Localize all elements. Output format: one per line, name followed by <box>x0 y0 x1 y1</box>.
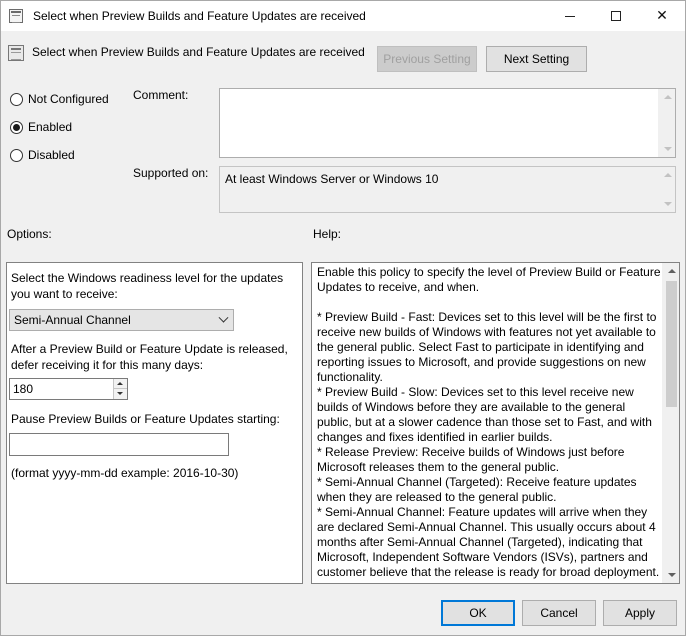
defer-label: After a Preview Build or Feature Update … <box>11 342 288 372</box>
help-paragraph: * Semi-Annual Channel (Targeted): Receiv… <box>317 475 637 504</box>
help-paragraph: * Release Preview: Receive builds of Win… <box>317 445 625 474</box>
help-scrollbar[interactable] <box>662 263 679 583</box>
help-label: Help: <box>313 227 342 241</box>
radio-label: Not Configured <box>28 92 109 106</box>
scroll-up-icon[interactable] <box>668 269 676 273</box>
pause-date-input[interactable] <box>9 433 229 456</box>
window-title: Select when Preview Builds and Feature U… <box>33 9 366 23</box>
scroll-down-icon[interactable] <box>668 573 676 577</box>
supported-scrollbar[interactable] <box>658 167 675 212</box>
apply-button[interactable]: Apply <box>603 600 677 626</box>
help-text: Enable this policy to specify the level … <box>317 265 661 580</box>
readiness-dropdown[interactable]: Semi-Annual Channel <box>9 309 234 331</box>
maximize-button[interactable] <box>593 1 639 31</box>
stepper-up-icon[interactable] <box>114 379 127 389</box>
scroll-up-icon[interactable] <box>664 95 672 99</box>
help-paragraph: * Semi-Annual Channel: Feature updates w… <box>317 505 660 579</box>
pause-label: Pause Preview Builds or Feature Updates … <box>11 412 280 426</box>
ok-button[interactable]: OK <box>441 600 515 626</box>
previous-setting-button[interactable]: Previous Setting <box>377 46 477 72</box>
radio-enabled[interactable]: Enabled <box>10 120 72 134</box>
defer-days-value: 180 <box>13 382 34 396</box>
maximize-icon <box>611 11 621 21</box>
scroll-up-icon[interactable] <box>664 173 672 177</box>
help-spacer <box>317 295 661 310</box>
next-setting-button[interactable]: Next Setting <box>486 46 587 72</box>
policy-setting-icon <box>8 45 24 61</box>
comment-textarea[interactable] <box>219 88 676 158</box>
format-hint: (format yyyy-mm-dd example: 2016-10-30) <box>11 466 239 480</box>
options-panel: Select the Windows readiness level for t… <box>6 262 303 584</box>
minimize-icon <box>565 15 575 17</box>
radio-circle[interactable] <box>10 148 23 162</box>
radio-not-configured[interactable]: Not Configured <box>10 92 109 106</box>
help-paragraph: * Preview Build - Fast: Devices set to t… <box>317 310 657 384</box>
scroll-down-icon[interactable] <box>664 147 672 151</box>
policy-dialog: Select when Preview Builds and Feature U… <box>0 0 686 636</box>
help-paragraph: * Preview Build - Slow: Devices set to t… <box>317 385 652 444</box>
supported-on-field: At least Windows Server or Windows 10 <box>219 166 676 213</box>
help-paragraph: Enable this policy to specify the level … <box>317 265 661 294</box>
readiness-value: Semi-Annual Channel <box>14 313 131 327</box>
title-bar[interactable]: Select when Preview Builds and Feature U… <box>1 1 685 31</box>
radio-label: Enabled <box>28 120 73 134</box>
comment-label: Comment: <box>133 88 189 102</box>
policy-name: Select when Preview Builds and Feature U… <box>32 45 365 59</box>
options-label: Options: <box>7 227 52 241</box>
cancel-button[interactable]: Cancel <box>522 600 596 626</box>
radio-disabled[interactable]: Disabled <box>10 148 75 162</box>
scroll-thumb[interactable] <box>666 281 677 407</box>
supported-on-label: Supported on: <box>133 166 209 180</box>
radio-circle[interactable] <box>10 92 23 106</box>
help-panel: Enable this policy to specify the level … <box>311 262 680 584</box>
chevron-down-icon <box>218 312 229 323</box>
radio-label: Disabled <box>28 148 75 162</box>
stepper-buttons <box>113 379 127 399</box>
readiness-label: Select the Windows readiness level for t… <box>11 271 284 301</box>
radio-circle[interactable] <box>10 120 23 134</box>
policy-setting-icon <box>9 9 23 23</box>
stepper-down-icon[interactable] <box>114 389 127 399</box>
supported-on-value: At least Windows Server or Windows 10 <box>225 172 439 186</box>
comment-scrollbar[interactable] <box>658 89 675 157</box>
close-icon: ✕ <box>656 8 668 24</box>
defer-days-stepper[interactable]: 180 <box>9 378 128 400</box>
close-button[interactable]: ✕ <box>639 1 685 31</box>
minimize-button[interactable] <box>547 1 593 31</box>
scroll-down-icon[interactable] <box>664 202 672 206</box>
